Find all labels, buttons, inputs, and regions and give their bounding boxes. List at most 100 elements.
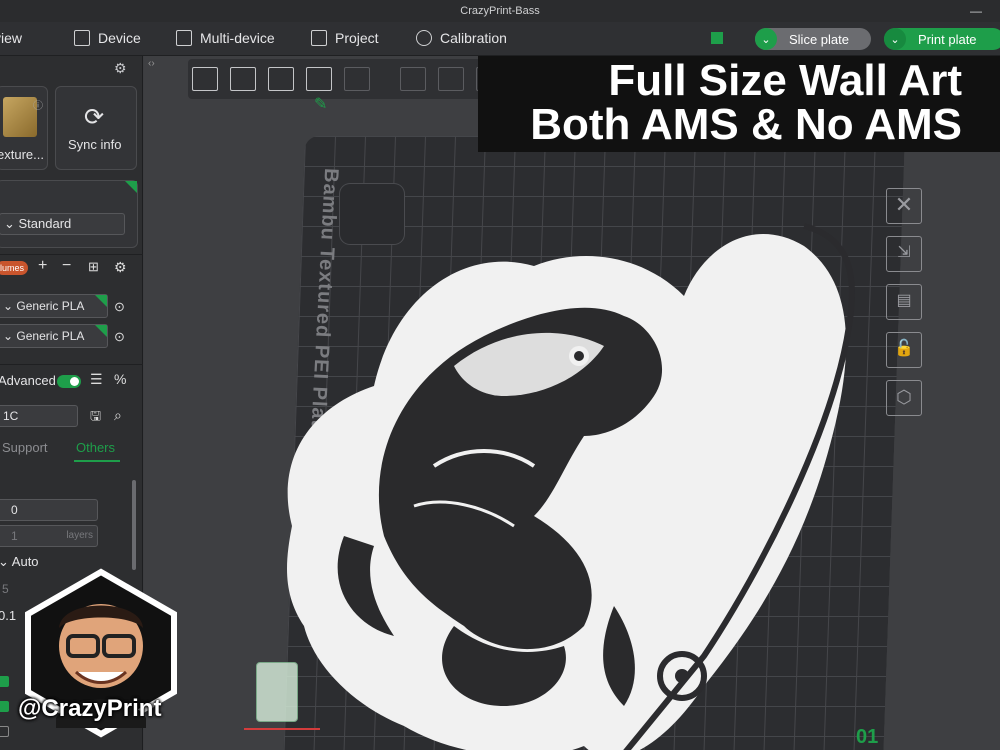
multi-device-icon <box>176 30 192 46</box>
search-icon[interactable]: ⌕ <box>114 407 122 424</box>
filament-edit-icon[interactable]: ⊙ <box>114 329 125 345</box>
slice-plate-label: Slice plate <box>789 31 849 47</box>
active-tab-indicator <box>74 460 120 462</box>
filament-slot-2[interactable]: ⌄ Generic PLA <box>0 324 108 348</box>
fish-wall-art-model[interactable] <box>284 206 864 750</box>
list-icon[interactable]: ☰ <box>90 371 103 388</box>
textured-plate-thumbnail <box>3 97 37 137</box>
chevron-down-icon: ⌄ <box>3 329 17 343</box>
modified-marker <box>95 325 107 337</box>
menu-item-view[interactable]: view <box>0 30 22 46</box>
layers-icon[interactable] <box>344 67 370 91</box>
settings-hex-icon[interactable]: ⬡ <box>886 380 922 416</box>
plate-type-label: exture... <box>0 147 44 162</box>
lock-icon[interactable]: 🔓 <box>886 332 922 368</box>
modified-marker <box>95 295 107 307</box>
tab-others[interactable]: Others <box>76 440 115 455</box>
chevron-down-icon: ⌄ <box>4 216 19 231</box>
menu-item-project[interactable]: Project <box>311 30 379 46</box>
advanced-label: Advanced <box>0 373 56 388</box>
tab-support[interactable]: Support <box>2 440 48 455</box>
process-preset-card: ⌄ Standard <box>0 180 138 248</box>
add-object-icon[interactable] <box>192 67 218 91</box>
3d-viewport[interactable]: ‹› ✎ Bambu Textured PEI Plate ✕ ⇲ ▤ 🔓 ⬡ … <box>144 56 1000 750</box>
value-0-1: 0.1 <box>0 608 17 623</box>
process-preset-select[interactable]: ⌄ Standard <box>0 213 125 235</box>
rotate-icon[interactable] <box>438 67 464 91</box>
sync-info-button[interactable]: ⟳ Sync info <box>55 86 137 170</box>
filament-name: Generic PLA <box>16 329 85 343</box>
number-field-value: 0 <box>11 503 18 517</box>
sync-icon: ⟳ <box>84 104 105 131</box>
app-window: CrazyPrint-Bass — view Device Multi-devi… <box>0 0 1000 750</box>
edit-pencil-icon[interactable]: ✎ <box>314 94 327 114</box>
menu-item-device[interactable]: Device <box>74 30 141 46</box>
settings-gear-icon[interactable]: ⚙ <box>114 60 127 77</box>
remove-icon[interactable]: − <box>62 257 71 275</box>
checkbox-3[interactable] <box>0 726 9 737</box>
chevron-down-icon: ⌄ <box>3 299 17 313</box>
auto-arrange-icon[interactable]: ⇲ <box>886 236 922 272</box>
compare-icon[interactable]: % <box>114 371 126 387</box>
layers-field-value: 1 <box>11 529 18 543</box>
menu-item-label: Multi-device <box>200 30 275 46</box>
grid-view-icon[interactable] <box>711 32 723 44</box>
sync-info-label: Sync info <box>68 137 122 152</box>
scrollbar[interactable] <box>132 480 136 570</box>
minimize-icon[interactable]: — <box>970 0 982 22</box>
layers-unit: layers <box>66 530 93 541</box>
menu-item-label: Project <box>335 30 379 46</box>
menu-item-label: Device <box>98 30 141 46</box>
filament-settings-icon[interactable]: ⚙ <box>114 259 127 276</box>
plate-type-card[interactable]: ⓘ exture... <box>0 86 48 170</box>
x-axis-line <box>244 728 320 730</box>
checkbox-1[interactable] <box>0 676 9 687</box>
title-banner: Full Size Wall Art Both AMS & No AMS <box>478 56 1000 152</box>
menu-item-label: view <box>0 30 23 46</box>
menu-bar: view Device Multi-device Project Calibra… <box>0 22 1000 56</box>
close-icon[interactable]: ✕ <box>886 188 922 224</box>
filament-header-row: lumes + − ⊞ ⚙ <box>0 254 143 284</box>
number-field-0[interactable]: 0 <box>0 499 98 521</box>
checkbox-2[interactable] <box>0 701 9 712</box>
arrange-icon[interactable] <box>306 67 332 91</box>
menu-item-label: Calibration <box>440 30 507 46</box>
save-icon[interactable]: 🖫 <box>90 407 101 429</box>
banner-line-1: Full Size Wall Art <box>608 56 962 105</box>
layers-field[interactable]: 1 layers <box>0 525 98 547</box>
title-bar: CrazyPrint-Bass — <box>0 0 1000 22</box>
preset-name-field[interactable]: 1C <box>0 405 78 427</box>
layout-icon[interactable]: ▤ <box>886 284 922 320</box>
project-icon <box>311 30 327 46</box>
window-title: CrazyPrint-Bass <box>460 5 540 17</box>
chevron-down-icon[interactable]: ⌄ <box>755 28 777 50</box>
filament-slot-1[interactable]: ⌄ Generic PLA <box>0 294 108 318</box>
sync-filament-icon[interactable]: ⊞ <box>88 259 99 275</box>
auto-label: Auto <box>11 554 39 569</box>
collapse-sidebar-icon[interactable]: ‹› <box>148 58 155 69</box>
menu-item-multi-device[interactable]: Multi-device <box>176 30 275 46</box>
modified-marker <box>125 181 137 193</box>
axis-gizmo <box>256 662 298 722</box>
value-5: 5 <box>2 582 9 596</box>
add-plate-icon[interactable] <box>230 67 256 91</box>
orient-icon[interactable] <box>268 67 294 91</box>
move-icon[interactable] <box>400 67 426 91</box>
filament-edit-icon[interactable]: ⊙ <box>114 299 125 315</box>
advanced-toggle[interactable] <box>57 375 81 388</box>
print-plate-label: Print plate <box>918 31 977 47</box>
settings-tabs: Support Others <box>0 436 143 462</box>
device-icon <box>74 30 90 46</box>
print-plate-button[interactable]: ⌄ Print plate <box>884 28 1000 50</box>
calibration-icon <box>416 30 432 46</box>
info-icon[interactable]: ⓘ <box>33 97 43 112</box>
menu-item-calibration[interactable]: Calibration <box>416 30 507 46</box>
chevron-down-icon[interactable]: ⌄ <box>884 28 906 50</box>
volumes-badge[interactable]: lumes <box>0 261 29 275</box>
slice-plate-button[interactable]: ⌄ Slice plate <box>755 28 871 50</box>
plate-number: 01 <box>856 726 879 748</box>
banner-line-2: Both AMS & No AMS <box>530 100 962 149</box>
filament-name: Generic PLA <box>16 299 85 313</box>
add-icon[interactable]: + <box>38 257 47 275</box>
process-preset-value: Standard <box>18 216 72 231</box>
